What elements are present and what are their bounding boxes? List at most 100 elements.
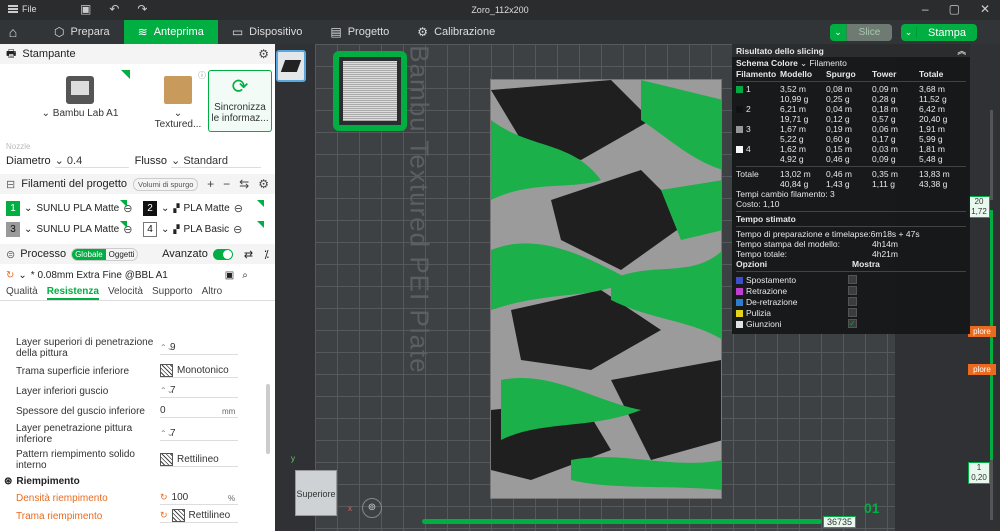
settings-icon[interactable]: ⚙ xyxy=(258,177,269,191)
plate-number: 01 xyxy=(864,500,880,516)
tab-support[interactable]: Supporto xyxy=(152,286,193,300)
tab-prepara[interactable]: ⬡ Prepara xyxy=(26,20,124,44)
option-checkbox[interactable] xyxy=(848,286,857,295)
filament-slot-2[interactable]: 2 ⌄ ▞ PLA Matte ⊖ xyxy=(143,200,275,217)
plate-selector[interactable]: ⓘ ⌄ Textured... xyxy=(152,70,206,132)
table-row: 1 3,52 m 0,08 m 0,09 m 3,68 m xyxy=(732,84,970,94)
tab-quality[interactable]: Qualità xyxy=(6,286,38,300)
settings-icon[interactable]: ⚙ xyxy=(258,47,269,61)
setting-value-field[interactable]: ⌃⌄ 7 xyxy=(160,427,238,441)
color-change-marker[interactable]: plore xyxy=(968,326,996,337)
advanced-switch[interactable] xyxy=(212,248,233,260)
setting-value-field[interactable]: ↻ 100 xyxy=(160,491,238,505)
compare-icon[interactable]: ⇄ xyxy=(244,248,253,261)
setting-row: Spessore del guscio inferiore 0 mm xyxy=(0,401,268,421)
plate-thumbnail[interactable] xyxy=(333,51,407,131)
filament-swatch xyxy=(736,146,743,154)
tab-speed[interactable]: Velocità xyxy=(108,286,143,300)
tab-progetto[interactable]: ▤ Progetto xyxy=(316,20,403,44)
filament-id-cell: 3 xyxy=(736,124,780,134)
setting-row: Layer inferiori guscio ⌃⌄ 7 xyxy=(0,381,268,401)
save-preset-icon[interactable]: ▣ xyxy=(225,270,234,281)
filament-slot-1[interactable]: 1 ⌄ SUNLU PLA Matte ⊖ xyxy=(6,200,143,217)
spinner-icon[interactable]: ⌃⌄ xyxy=(160,386,173,394)
option-checkbox[interactable] xyxy=(848,297,857,306)
time-label: Tempo di preparazione e timelapse: xyxy=(736,229,871,239)
swap-icon[interactable]: ⇆ xyxy=(239,177,249,191)
process-preset[interactable]: ↻ ⌄ * 0.08mm Extra Fine @BBL A1 ▣ ⌕ xyxy=(0,264,275,286)
filament-slot-4[interactable]: 4 ⌄ ▞ PLA Basic ⊖ xyxy=(143,221,275,238)
chevron-down-icon[interactable]: ⌄ xyxy=(830,24,846,41)
layer-slider-bottom-handle[interactable]: 1 0,20 xyxy=(968,462,990,484)
sliced-model[interactable] xyxy=(490,79,722,499)
tab-label: Calibrazione xyxy=(434,26,496,38)
remove-filament-icon[interactable]: ⊖ xyxy=(234,202,243,215)
view-cube[interactable]: Superiore xyxy=(295,470,337,516)
option-checkbox[interactable] xyxy=(848,275,857,284)
global-option[interactable]: Globale xyxy=(72,248,106,260)
search-icon[interactable]: ⌕ xyxy=(242,270,248,281)
cell: 5,22 g xyxy=(780,134,804,144)
reset-icon[interactable]: ↻ xyxy=(6,270,14,281)
printer-selector[interactable]: ⌄ Bambu Lab A1 xyxy=(30,70,130,132)
spinner-icon[interactable]: ⌃⌄ xyxy=(160,429,173,437)
print-button[interactable]: ⌄ Stampa xyxy=(901,24,977,41)
minus-icon[interactable]: − xyxy=(223,177,230,191)
home-icon[interactable]: ⌂ xyxy=(0,20,26,44)
chevron-down-icon[interactable]: ⌄ xyxy=(901,27,917,38)
setting-value-field[interactable]: Rettilineo xyxy=(160,453,238,467)
minimize-icon[interactable]: – xyxy=(922,2,929,16)
tab-calibrazione[interactable]: ⚙ Calibrazione xyxy=(403,20,509,44)
setting-value: 0 xyxy=(160,405,166,416)
color-change-marker[interactable]: plore xyxy=(968,364,996,375)
layer-slider-top-handle[interactable]: 20 1,72 xyxy=(968,196,990,218)
settings-scrollbar[interactable] xyxy=(266,384,270,454)
reset-icon[interactable]: ↻ xyxy=(160,510,168,521)
slice-button[interactable]: ⌄ Slice xyxy=(830,24,892,41)
collapse-icon[interactable]: ︽ xyxy=(957,45,966,57)
filament-spool-icon: ⊟ xyxy=(6,178,16,191)
option-checkbox[interactable] xyxy=(848,308,857,317)
tab-other[interactable]: Altro xyxy=(202,286,223,300)
filament-swatch xyxy=(736,126,743,134)
tab-dispositivo[interactable]: ▭ Dispositivo xyxy=(218,20,317,44)
move-slider[interactable] xyxy=(422,519,822,524)
percent-icon[interactable]: ⁒ xyxy=(264,248,269,261)
setting-label: Trama superficie inferiore xyxy=(16,365,130,377)
option-row: Spostamento xyxy=(732,274,970,285)
table-row: 2 6,21 m 0,04 m 0,18 m 6,42 m xyxy=(732,104,970,114)
objects-option[interactable]: Oggetti xyxy=(106,249,138,260)
setting-label: Layer inferiori guscio xyxy=(16,385,109,397)
setting-value-field[interactable]: Monotonico xyxy=(160,364,238,378)
layer-slider-track[interactable] xyxy=(990,110,993,200)
process-title: Processo xyxy=(20,248,67,260)
filament-slot-3[interactable]: 3 ⌄ SUNLU PLA Matte ⊖ xyxy=(6,221,143,238)
close-icon[interactable]: ✕ xyxy=(980,2,990,16)
cell: 0,18 m xyxy=(872,104,898,114)
color-scheme-dropdown[interactable]: ⌄ Filamento xyxy=(800,58,847,69)
layer-navigation-icon[interactable]: ⊚ xyxy=(362,498,382,518)
reset-icon[interactable]: ↻ xyxy=(160,492,168,503)
infill-icon: ⊛ xyxy=(4,475,13,487)
plus-icon[interactable]: + xyxy=(207,177,214,191)
setting-value-field[interactable]: ↻ Rettilineo xyxy=(160,509,238,523)
sync-button[interactable]: ⟳ Sincronizza le informaz... xyxy=(208,70,272,132)
setting-value-field[interactable]: ⌃⌄ 9 xyxy=(160,341,238,355)
spinner-icon[interactable]: ⌃⌄ xyxy=(160,343,173,351)
setting-value-field[interactable]: ⌃⌄ 7 xyxy=(160,384,238,398)
tab-anteprima[interactable]: ≋ Anteprima xyxy=(123,20,218,44)
option-checkbox[interactable]: ✓ xyxy=(848,319,857,328)
plate-view-button[interactable] xyxy=(276,50,306,82)
cell: 0,17 g xyxy=(872,134,896,144)
remove-filament-icon[interactable]: ⊖ xyxy=(233,223,242,236)
tab-strength[interactable]: Resistenza xyxy=(46,286,99,300)
layer-slider-track[interactable] xyxy=(990,460,993,520)
info-icon[interactable]: ⓘ xyxy=(198,70,206,81)
global-objects-toggle[interactable]: Globale Oggetti xyxy=(71,247,139,261)
purge-volumes-button[interactable]: Volumi di spurgo xyxy=(133,177,199,191)
flow-dropdown[interactable]: ⌄ Standard xyxy=(171,154,262,168)
setting-value: Rettilineo xyxy=(177,454,219,465)
diameter-dropdown[interactable]: ⌄ 0.4 xyxy=(54,154,129,168)
cell: 0,19 m xyxy=(826,124,852,134)
maximize-icon[interactable]: ▢ xyxy=(949,2,960,16)
